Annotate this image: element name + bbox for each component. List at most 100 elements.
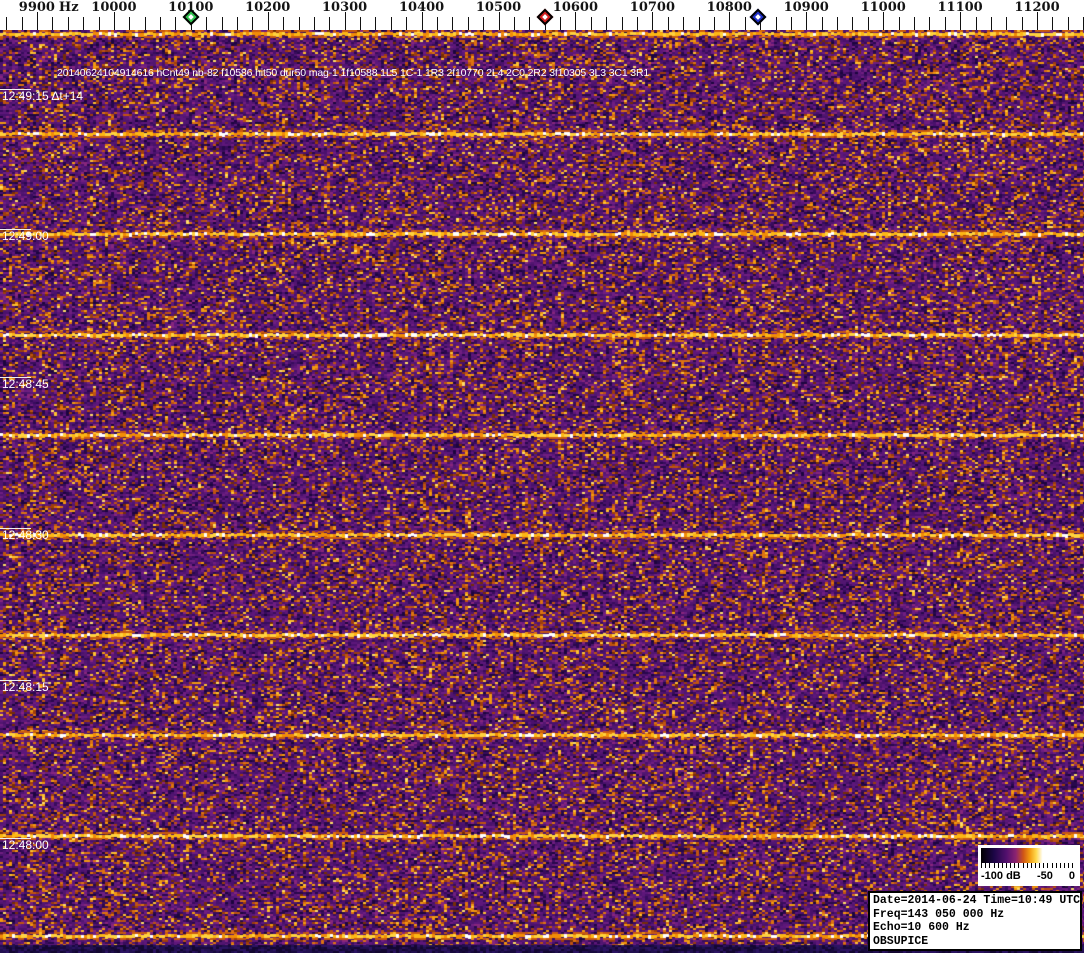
axis-tick xyxy=(944,17,946,30)
axis-tick xyxy=(98,17,100,30)
axis-unit-label: Hz xyxy=(58,0,79,15)
scale-tick xyxy=(1064,863,1065,868)
axis-tick xyxy=(313,17,315,30)
color-scale-gradient xyxy=(981,848,1073,863)
axis-label: 10300 xyxy=(321,0,368,15)
scale-tick xyxy=(993,863,995,868)
scale-tick xyxy=(1022,863,1024,868)
scale-tick xyxy=(1039,863,1041,868)
axis-tick xyxy=(606,17,608,30)
axis-tick xyxy=(637,17,638,30)
scale-tick xyxy=(1014,863,1016,868)
frequency-axis: 9900100001010010200103001040010500106001… xyxy=(0,0,1084,30)
axis-tick xyxy=(990,17,992,30)
scale-tick xyxy=(1072,863,1074,868)
axis-tick xyxy=(975,17,977,30)
marker-core xyxy=(541,14,548,20)
axis-tick xyxy=(283,17,285,30)
axis-tick xyxy=(560,17,562,30)
axis-tick xyxy=(360,17,361,30)
axis-tick xyxy=(329,17,331,30)
scale-tick xyxy=(1051,863,1053,868)
axis-tick xyxy=(221,17,223,30)
axis-tick xyxy=(252,17,254,30)
axis-tick xyxy=(683,17,685,30)
marker-core xyxy=(187,14,194,20)
axis-tick xyxy=(6,17,8,30)
axis-label: 11100 xyxy=(937,0,983,15)
axis-tick xyxy=(483,17,485,30)
time-label: 12:49:15 Δt+14 xyxy=(2,89,84,103)
axis-tick xyxy=(913,17,915,30)
axis-tick xyxy=(590,17,592,30)
axis-label: 11200 xyxy=(1014,0,1060,15)
axis-label: 10400 xyxy=(398,0,445,15)
time-label: 12:48:30 xyxy=(2,528,49,542)
scale-tick xyxy=(1055,863,1057,868)
scale-tick xyxy=(1030,863,1032,868)
color-scale-panel: -100 dB -50 0 xyxy=(978,845,1080,886)
scale-tick xyxy=(1001,863,1003,868)
spectrogram-canvas xyxy=(0,30,1084,953)
info-echo-line: Echo=10 600 Hz xyxy=(873,921,970,934)
axis-tick xyxy=(1006,17,1008,30)
axis-tick xyxy=(406,17,408,30)
axis-tick xyxy=(144,17,146,30)
axis-label: 10200 xyxy=(245,0,291,15)
axis-tick xyxy=(21,17,23,30)
axis-label: 10700 xyxy=(629,0,676,15)
axis-tick xyxy=(437,17,438,30)
axis-tick xyxy=(206,17,208,30)
axis-tick xyxy=(790,17,792,30)
info-station-line: OBSUPICE xyxy=(873,934,929,948)
axis-tick xyxy=(821,17,823,30)
axis-tick xyxy=(837,17,838,30)
axis-tick xyxy=(698,17,700,30)
scale-tick xyxy=(1068,863,1070,868)
scale-tick xyxy=(1059,863,1061,868)
axis-tick xyxy=(160,17,161,30)
scale-tick xyxy=(1026,863,1028,868)
red-marker-diamond-icon xyxy=(536,8,554,26)
axis-tick xyxy=(667,17,669,30)
time-label: 12:48:00 xyxy=(2,838,49,852)
axis-label: 10000 xyxy=(91,0,137,15)
color-scale-ticks xyxy=(981,863,1075,869)
axis-label: 10800 xyxy=(706,0,752,15)
axis-label: 9900 xyxy=(18,0,55,15)
axis-tick xyxy=(390,17,392,30)
axis-tick xyxy=(929,17,931,30)
scale-label-min: -100 dB xyxy=(981,870,1021,882)
info-freq-line: Freq=143 050 000 Hz xyxy=(873,907,1005,921)
axis-tick xyxy=(175,17,177,30)
axis-label: 10600 xyxy=(552,0,599,15)
axis-tick xyxy=(852,17,854,30)
event-annotation: 20140624104914616 hCnt49 nb-82 f10586 hi… xyxy=(57,67,650,79)
axis-tick xyxy=(83,17,85,30)
observation-info-box: Date=2014-06-24 Time=10:49 UTC Freq=143 … xyxy=(868,891,1082,951)
time-label: 12:48:15 xyxy=(2,680,49,694)
scale-tick xyxy=(1018,863,1020,868)
scale-label-max: 0 xyxy=(1068,870,1075,882)
axis-tick xyxy=(529,17,531,30)
scale-tick xyxy=(1047,863,1049,868)
axis-tick xyxy=(744,17,746,30)
scale-label-mid: -50 xyxy=(1037,870,1053,882)
axis-tick xyxy=(236,17,238,30)
time-label: 12:48:45 xyxy=(2,377,49,391)
axis-tick xyxy=(621,17,623,30)
scale-tick xyxy=(997,863,999,868)
axis-tick xyxy=(867,17,869,30)
axis-tick xyxy=(898,17,900,30)
axis-tick xyxy=(713,17,715,30)
axis-tick xyxy=(67,17,69,30)
scale-tick xyxy=(1010,863,1012,868)
axis-tick xyxy=(375,17,377,30)
time-label: 12:49:00 xyxy=(2,229,49,243)
spectrogram-viewer: 9900100001010010200103001040010500106001… xyxy=(0,0,1084,953)
axis-tick xyxy=(52,17,54,30)
scale-tick xyxy=(1005,863,1007,868)
scale-tick xyxy=(981,863,982,868)
axis-label: 10500 xyxy=(475,0,522,15)
axis-tick xyxy=(452,17,454,30)
